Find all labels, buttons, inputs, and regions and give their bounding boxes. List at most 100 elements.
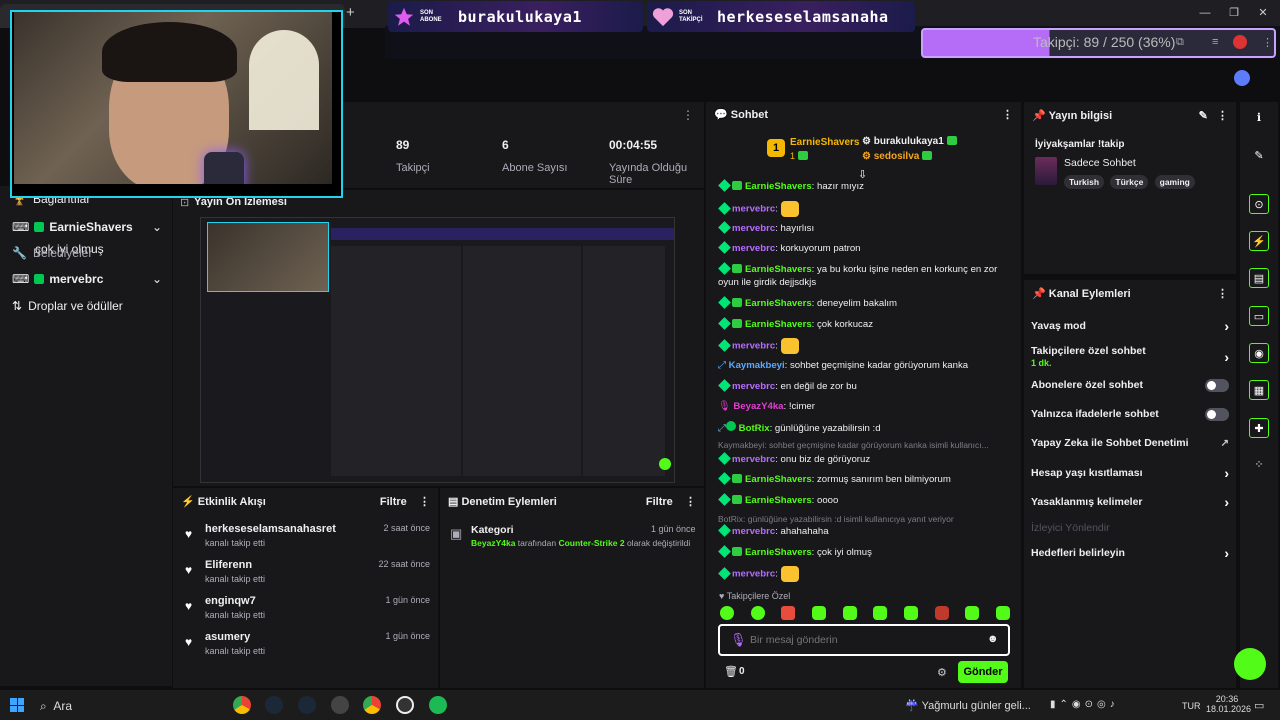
- chat-settings-icon[interactable]: ⚙: [937, 666, 947, 679]
- chat-username[interactable]: EarnieShavers: [745, 181, 812, 192]
- chat-message-input[interactable]: [750, 630, 975, 650]
- top-gifter-2[interactable]: ⚙ burakulukaya1: [862, 136, 960, 147]
- feed-item-name[interactable]: enginqw7: [205, 595, 256, 607]
- chat-username[interactable]: Kaymakbeyi: [729, 360, 785, 371]
- mod-menu-icon[interactable]: ⋮: [685, 496, 696, 508]
- channel-action-row[interactable]: Yapay Zeka ile Sohbet Denetimi ↗: [1031, 433, 1229, 453]
- spotify-icon[interactable]: [429, 696, 447, 714]
- send-button[interactable]: Gönder: [958, 661, 1008, 683]
- help-button[interactable]: [1234, 648, 1266, 680]
- mod-filter-button[interactable]: Filtre: [646, 496, 673, 508]
- chat-username[interactable]: mervebrc: [732, 569, 775, 580]
- playlist-icon[interactable]: ≡: [1212, 36, 1226, 48]
- browser-menu-icon[interactable]: ⋮: [1262, 36, 1276, 49]
- mod-item-user[interactable]: BeyazY4ka: [471, 538, 515, 548]
- chat-username[interactable]: mervebrc: [732, 243, 775, 254]
- minimize-icon[interactable]: —: [1196, 5, 1214, 21]
- stream-preview-video[interactable]: [200, 217, 675, 483]
- emote-icon[interactable]: [995, 606, 1010, 620]
- notification-icon[interactable]: [1234, 70, 1250, 86]
- microphone-icon[interactable]: 🎙: [730, 632, 747, 648]
- kanal-menu-icon[interactable]: ⋮: [1217, 287, 1228, 300]
- chat-username[interactable]: EarnieShavers: [745, 474, 812, 485]
- emoji-icon[interactable]: ☻: [987, 633, 999, 645]
- chrome-icon-2[interactable]: [363, 696, 381, 714]
- feed-menu-icon[interactable]: ⋮: [419, 496, 430, 508]
- chevron-down-icon[interactable]: ⌄: [152, 272, 162, 286]
- emote-icon[interactable]: [842, 606, 857, 620]
- channel-action-row[interactable]: Yalnızca ifadelerle sohbet: [1031, 404, 1229, 424]
- edit-icon[interactable]: ✎: [1199, 110, 1208, 122]
- taskbar-clock[interactable]: 20:36 18.01.2026: [1206, 694, 1251, 714]
- sidebar-item-drops[interactable]: ⇅ Droplar ve ödüller: [12, 297, 123, 315]
- lightning-icon[interactable]: ⚡: [1249, 231, 1269, 251]
- toggle-switch[interactable]: [1205, 407, 1229, 421]
- stats-menu-icon[interactable]: ⋮: [682, 108, 694, 122]
- feed-item-name[interactable]: Eliferenn: [205, 559, 252, 571]
- chat-username[interactable]: EarnieShavers: [745, 298, 812, 309]
- chat-username[interactable]: EarnieShavers: [745, 264, 812, 275]
- new-tab-icon[interactable]: +: [346, 5, 360, 21]
- top-gifter-1-name[interactable]: EarnieShavers: [790, 137, 860, 148]
- chat-username[interactable]: BotRix: [739, 423, 770, 434]
- info-menu-icon[interactable]: ⋮: [1217, 110, 1228, 122]
- language-indicator[interactable]: TUR: [1182, 701, 1201, 711]
- app-icon[interactable]: [331, 696, 349, 714]
- emote-icon[interactable]: [750, 606, 765, 620]
- pencil-icon[interactable]: ✎: [1249, 146, 1269, 166]
- notifications-icon[interactable]: ▭: [1254, 699, 1264, 712]
- layout-icon[interactable]: ▦: [1249, 380, 1269, 400]
- windows-start-icon[interactable]: [10, 698, 24, 712]
- chat-username[interactable]: BeyazY4ka: [733, 401, 783, 412]
- emote-icon[interactable]: [934, 606, 949, 620]
- feed-filter-button[interactable]: Filtre: [380, 496, 407, 508]
- points-icon[interactable]: 🗑: [724, 665, 738, 678]
- steam-icon[interactable]: [265, 696, 283, 714]
- broadcast-icon[interactable]: ◉: [1249, 343, 1269, 363]
- top-gifter-3[interactable]: ⚙ sedosilva: [862, 151, 935, 162]
- extensions-icon[interactable]: ⧉: [1176, 36, 1190, 48]
- wrench-icon[interactable]: ✚: [1249, 418, 1269, 438]
- channel-action-row[interactable]: Takipçilere özel sohbet 1 dk. ›: [1031, 344, 1229, 370]
- clipboard-icon[interactable]: ▤: [1249, 268, 1269, 288]
- chat-icon[interactable]: ▭: [1249, 306, 1269, 326]
- chat-username[interactable]: mervebrc: [732, 223, 775, 234]
- weather-widget[interactable]: ☔ Yağmurlu günler geli...: [905, 699, 1031, 712]
- emote-icon[interactable]: [811, 606, 826, 620]
- stream-category[interactable]: Sadece Sohbet: [1064, 157, 1136, 169]
- chat-user-row-1[interactable]: ⌨ EarnieShavers ⌄: [12, 218, 162, 236]
- chevron-down-icon[interactable]: ⌄: [152, 220, 162, 234]
- channel-action-row[interactable]: Yasaklanmış kelimeler ›: [1031, 492, 1229, 512]
- chat-username[interactable]: EarnieShavers: [745, 319, 812, 330]
- chat-user-row-2[interactable]: ⌨ mervebrc ⌄: [12, 270, 162, 288]
- info-icon[interactable]: ℹ: [1249, 108, 1269, 128]
- chat-username[interactable]: EarnieShavers: [745, 495, 812, 506]
- chat-username[interactable]: EarnieShavers: [745, 547, 812, 558]
- profile-avatar[interactable]: [1233, 35, 1247, 49]
- emote-icon[interactable]: [781, 606, 796, 620]
- channel-action-row[interactable]: Hesap yaşı kısıtlaması ›: [1031, 463, 1229, 483]
- feed-item-name[interactable]: herkeseselamsanahasret: [205, 523, 336, 535]
- apps-icon[interactable]: ⁘: [1249, 455, 1269, 475]
- chat-username[interactable]: mervebrc: [732, 204, 775, 215]
- system-tray-icons[interactable]: ▮⌃◉⊙◎♪: [1050, 699, 1119, 710]
- chat-username[interactable]: mervebrc: [732, 526, 775, 537]
- chat-username[interactable]: mervebrc: [732, 381, 775, 392]
- emote-icon[interactable]: [720, 606, 734, 620]
- camera-icon[interactable]: ⊙: [1249, 194, 1269, 214]
- maximize-icon[interactable]: ❐: [1225, 5, 1243, 21]
- steam-icon-2[interactable]: [298, 696, 316, 714]
- chat-menu-icon[interactable]: ⋮: [1002, 108, 1013, 121]
- close-icon[interactable]: ✕: [1254, 5, 1272, 21]
- toggle-switch[interactable]: [1205, 378, 1229, 392]
- channel-action-row[interactable]: Yavaş mod ›: [1031, 316, 1229, 336]
- sidebar-item-municipalities[interactable]: 🔧 Belediyeler: [12, 244, 92, 262]
- emote-icon[interactable]: [873, 606, 888, 620]
- emote-icon[interactable]: [903, 606, 918, 620]
- mod-item-game[interactable]: Counter-Strike 2: [558, 538, 624, 548]
- obs-icon[interactable]: [396, 696, 414, 714]
- channel-action-row[interactable]: Abonelere özel sohbet: [1031, 375, 1229, 395]
- chrome-icon[interactable]: [233, 696, 251, 714]
- taskbar-search[interactable]: ⌕ Ara: [40, 699, 72, 714]
- chat-username[interactable]: mervebrc: [732, 341, 775, 352]
